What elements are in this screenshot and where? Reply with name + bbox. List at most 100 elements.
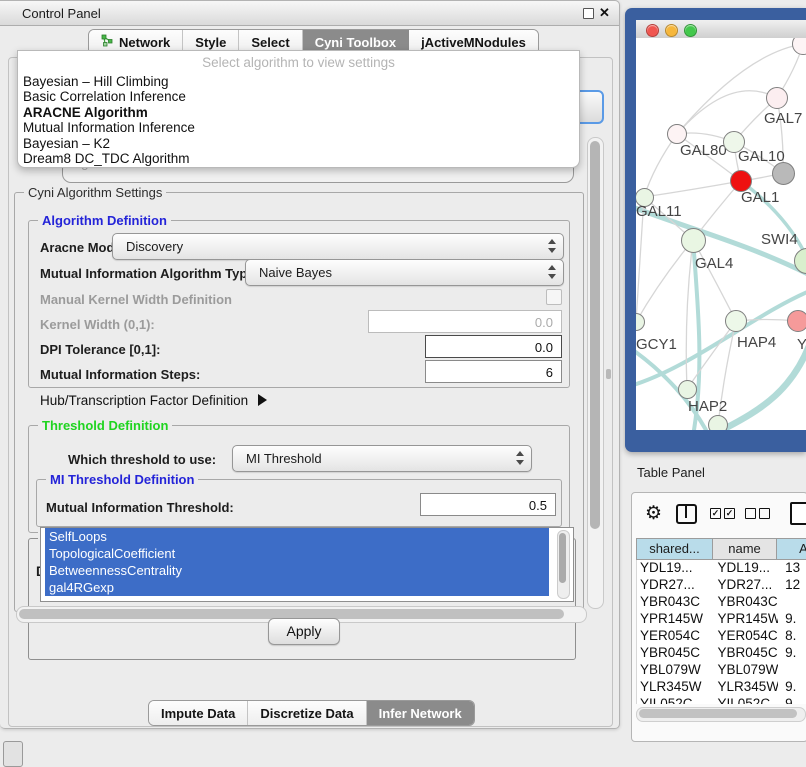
expand-arrow-icon [258, 394, 267, 406]
network-canvas[interactable]: GAL7GAL80GAL10GAL1GAL11GAL4SWI4GCY1HAP4Y… [636, 38, 806, 430]
network-node[interactable] [667, 124, 687, 144]
node-label: GAL4 [695, 255, 733, 272]
close-icon[interactable]: ✕ [599, 5, 610, 21]
node-label: GAL7 [764, 110, 802, 127]
node-label: GAL1 [741, 189, 779, 206]
cyni-settings-label: Cyni Algorithm Settings [24, 185, 166, 200]
minimized-panel-button[interactable] [3, 741, 23, 767]
deselect-all-icon[interactable] [759, 508, 770, 519]
table-panel-card: ⚙ ✓ ✓ shared... name A YDL19... YDL19...… [631, 492, 806, 742]
network-icon [101, 34, 114, 50]
apply-button[interactable]: Apply [268, 618, 340, 645]
mi-type-combo[interactable]: Naive Bayes [245, 259, 564, 286]
table-horizontal-scrollbar[interactable] [636, 707, 806, 722]
data-attributes-list: SelfLoopsTopologicalCoefficientBetweenne… [40, 527, 574, 602]
spinner-icon [515, 450, 524, 466]
manual-kernel-checkbox[interactable] [546, 289, 562, 305]
split-view-icon[interactable] [676, 504, 697, 524]
aracne-mode-value: Discovery [126, 239, 183, 254]
control-panel-titlebar[interactable]: Control Panel ✕ [0, 1, 619, 26]
column-header-name[interactable]: name [713, 539, 777, 559]
table-row[interactable]: YDL19... YDL19... 13 [637, 560, 806, 577]
column-header-shared-name[interactable]: shared... [637, 539, 713, 559]
network-node[interactable] [678, 380, 697, 399]
kernel-width-field[interactable]: 0.0 [368, 310, 562, 333]
control-panel-window: Control Panel ✕ Network Style Select Cyn… [0, 0, 620, 729]
table-row[interactable]: YIL052C YIL052C 9. [637, 696, 806, 704]
select-all-icon[interactable]: ✓ [724, 508, 735, 519]
spinner-icon [547, 264, 556, 280]
attribute-item[interactable]: SelfLoops [45, 528, 549, 545]
dpi-tolerance-label: DPI Tolerance [0,1]: [40, 342, 160, 357]
settings-vertical-scrollbar[interactable] [587, 137, 604, 609]
network-node[interactable] [708, 415, 728, 430]
kernel-width-label: Kernel Width (0,1): [40, 317, 155, 332]
table-row[interactable]: YDR27... YDR27... 12 [637, 577, 806, 594]
dropdown-item[interactable]: Mutual Information Inference [23, 120, 574, 135]
hub-expander-label: Hub/Transcription Factor Definition [40, 393, 248, 408]
panel-title: Control Panel [22, 6, 101, 21]
mi-type-label: Mutual Information Algorithm Type: [40, 266, 259, 281]
tab-infer-network[interactable]: Infer Network [367, 701, 474, 725]
mi-type-value: Naive Bayes [259, 265, 332, 280]
which-threshold-combo[interactable]: MI Threshold [232, 445, 532, 472]
node-label: GAL80 [680, 142, 727, 159]
tab-label: jActiveMNodules [421, 35, 526, 50]
tab-label: Select [251, 35, 289, 50]
algorithm-dropdown-list: Select algorithm to view settings Bayesi… [17, 50, 580, 168]
table-row[interactable]: YBR045C YBR045C 9. [637, 645, 806, 662]
close-traffic-light[interactable] [646, 24, 659, 37]
tab-impute-data[interactable]: Impute Data [149, 701, 248, 725]
table-row[interactable]: YBR043C YBR043C [637, 594, 806, 611]
dropdown-item[interactable]: ARACNE Algorithm [23, 105, 574, 120]
table-row[interactable]: YER054C YER054C 8. [637, 628, 806, 645]
attribute-item[interactable]: BetweennessCentrality [45, 562, 549, 579]
mi-threshold-field[interactable]: 0.5 [420, 493, 556, 516]
node-label: Y [797, 336, 806, 353]
attributes-scrollbar[interactable] [557, 530, 570, 599]
table-row[interactable]: YLR345W YLR345W 9. [637, 679, 806, 696]
network-node[interactable] [772, 162, 795, 185]
dropdown-item[interactable]: Bayesian – K2 [23, 136, 574, 151]
zoom-traffic-light[interactable] [684, 24, 697, 37]
node-label: HAP4 [737, 334, 776, 351]
dpi-tolerance-field[interactable]: 0.0 [425, 335, 562, 358]
table-row[interactable]: YPR145W YPR145W 9. [637, 611, 806, 628]
select-all-icon[interactable]: ✓ [710, 508, 721, 519]
network-node[interactable] [766, 87, 788, 109]
deselect-all-icon[interactable] [745, 508, 756, 519]
network-node[interactable] [787, 310, 806, 332]
algorithm-definition-label: Algorithm Definition [38, 213, 171, 228]
network-node[interactable] [725, 310, 747, 332]
which-threshold-value: MI Threshold [246, 451, 322, 466]
attribute-item[interactable]: gal4RGexp [45, 579, 549, 596]
network-window-titlebar[interactable] [636, 20, 806, 39]
table-row[interactable]: YBL079W YBL079W [637, 662, 806, 679]
hub-expander[interactable]: Hub/Transcription Factor Definition [40, 393, 267, 408]
tab-discretize-data[interactable]: Discretize Data [248, 701, 366, 725]
column-header-partial[interactable]: A [777, 539, 806, 559]
float-window-icon[interactable] [583, 8, 594, 19]
network-view-window: GAL7GAL80GAL10GAL1GAL11GAL4SWI4GCY1HAP4Y… [625, 8, 806, 452]
dropdown-item[interactable]: Bayesian – Hill Climbing [23, 74, 574, 89]
network-node[interactable] [681, 228, 706, 253]
dropdown-item[interactable]: Dream8 DC_TDC Algorithm [23, 151, 574, 166]
attribute-item[interactable]: TopologicalCoefficient [45, 545, 549, 562]
which-threshold-label: Which threshold to use: [68, 452, 216, 467]
aracne-mode-combo[interactable]: Discovery [112, 233, 564, 260]
mi-steps-field[interactable]: 6 [425, 360, 562, 383]
mi-threshold-group-label: MI Threshold Definition [46, 472, 198, 487]
gear-icon[interactable]: ⚙ [645, 504, 662, 523]
node-label: GAL11 [636, 203, 682, 220]
dropdown-items: Bayesian – Hill ClimbingBasic Correlatio… [23, 74, 574, 166]
bottom-tabbar: Impute Data Discretize Data Infer Networ… [148, 700, 475, 726]
minimize-traffic-light[interactable] [665, 24, 678, 37]
dropdown-item[interactable]: Basic Correlation Inference [23, 89, 574, 104]
table-toolbar: ⚙ ✓ ✓ [632, 493, 806, 537]
node-table: shared... name A YDL19... YDL19... 13 YD… [636, 538, 806, 704]
panel-splitter-handle[interactable] [606, 369, 611, 379]
table-icon[interactable] [790, 502, 806, 525]
manual-kernel-label: Manual Kernel Width Definition [40, 292, 232, 307]
tab-label: Cyni Toolbox [315, 35, 396, 50]
table-panel-title: Table Panel [637, 465, 705, 480]
